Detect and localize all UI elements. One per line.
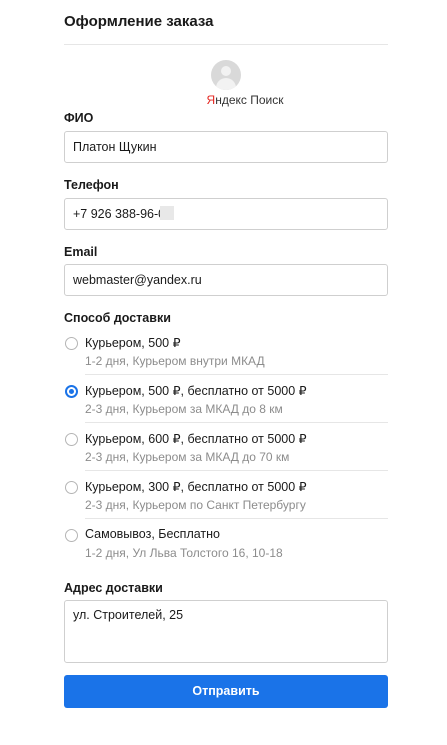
- delivery-option-title: Курьером, 500 ₽: [85, 336, 181, 350]
- fio-value: Платон Щукин: [73, 140, 157, 154]
- delivery-option-details: 1-2 дня, Курьером внутри МКАД: [85, 354, 265, 368]
- radio-icon[interactable]: [65, 433, 78, 446]
- header-divider: [64, 44, 388, 45]
- email-label: Email: [64, 245, 98, 259]
- radio-icon[interactable]: [65, 337, 78, 350]
- yandex-search-brand[interactable]: Яндекс Поиск: [64, 60, 388, 107]
- redaction-mask: [160, 206, 175, 220]
- brand-label: Яндекс Поиск: [102, 93, 388, 107]
- address-value: ул. Строителей, 25: [73, 608, 184, 622]
- page-title: Оформление заказа: [64, 13, 214, 30]
- email-value: webmaster@yandex.ru: [73, 273, 202, 287]
- radio-icon[interactable]: [65, 481, 78, 494]
- address-textarea[interactable]: ул. Строителей, 25: [64, 600, 388, 663]
- option-divider: [85, 422, 388, 423]
- radio-selected-icon[interactable]: [65, 385, 78, 398]
- fio-label: ФИО: [64, 111, 94, 125]
- delivery-option-details: 2-3 дня, Курьером за МКАД до 8 км: [85, 402, 283, 416]
- phone-input[interactable]: +7 926 388-96-0: [64, 198, 388, 230]
- phone-label: Телефон: [64, 178, 119, 192]
- brand-letter: Я: [206, 93, 216, 107]
- delivery-option-details: 2-3 дня, Курьером по Санкт Петербургу: [85, 498, 306, 512]
- delivery-option-title: Курьером, 600 ₽, бесплатно от 5000 ₽: [85, 432, 307, 446]
- brand-rest: ндекс Поиск: [215, 93, 284, 107]
- delivery-option-details: 2-3 дня, Курьером за МКАД до 70 км: [85, 450, 290, 464]
- submit-button[interactable]: Отправить: [64, 675, 388, 708]
- option-divider: [85, 374, 388, 375]
- phone-value: +7 926 388-96-0: [73, 207, 166, 221]
- fio-input[interactable]: Платон Щукин: [64, 131, 388, 163]
- option-divider: [85, 518, 388, 519]
- user-avatar-icon: [211, 60, 241, 90]
- delivery-option-title: Самовывоз, Бесплатно: [85, 527, 221, 541]
- address-label: Адрес доставки: [64, 581, 163, 595]
- delivery-option-title: Курьером, 300 ₽, бесплатно от 5000 ₽: [85, 480, 307, 494]
- delivery-label: Способ доставки: [64, 311, 171, 325]
- radio-icon[interactable]: [65, 529, 78, 542]
- option-divider: [85, 470, 388, 471]
- delivery-option-title: Курьером, 500 ₽, бесплатно от 5000 ₽: [85, 384, 307, 398]
- email-input[interactable]: webmaster@yandex.ru: [64, 264, 388, 296]
- delivery-option-details: 1-2 дня, Ул Льва Толстого 16, 10-18: [85, 546, 283, 560]
